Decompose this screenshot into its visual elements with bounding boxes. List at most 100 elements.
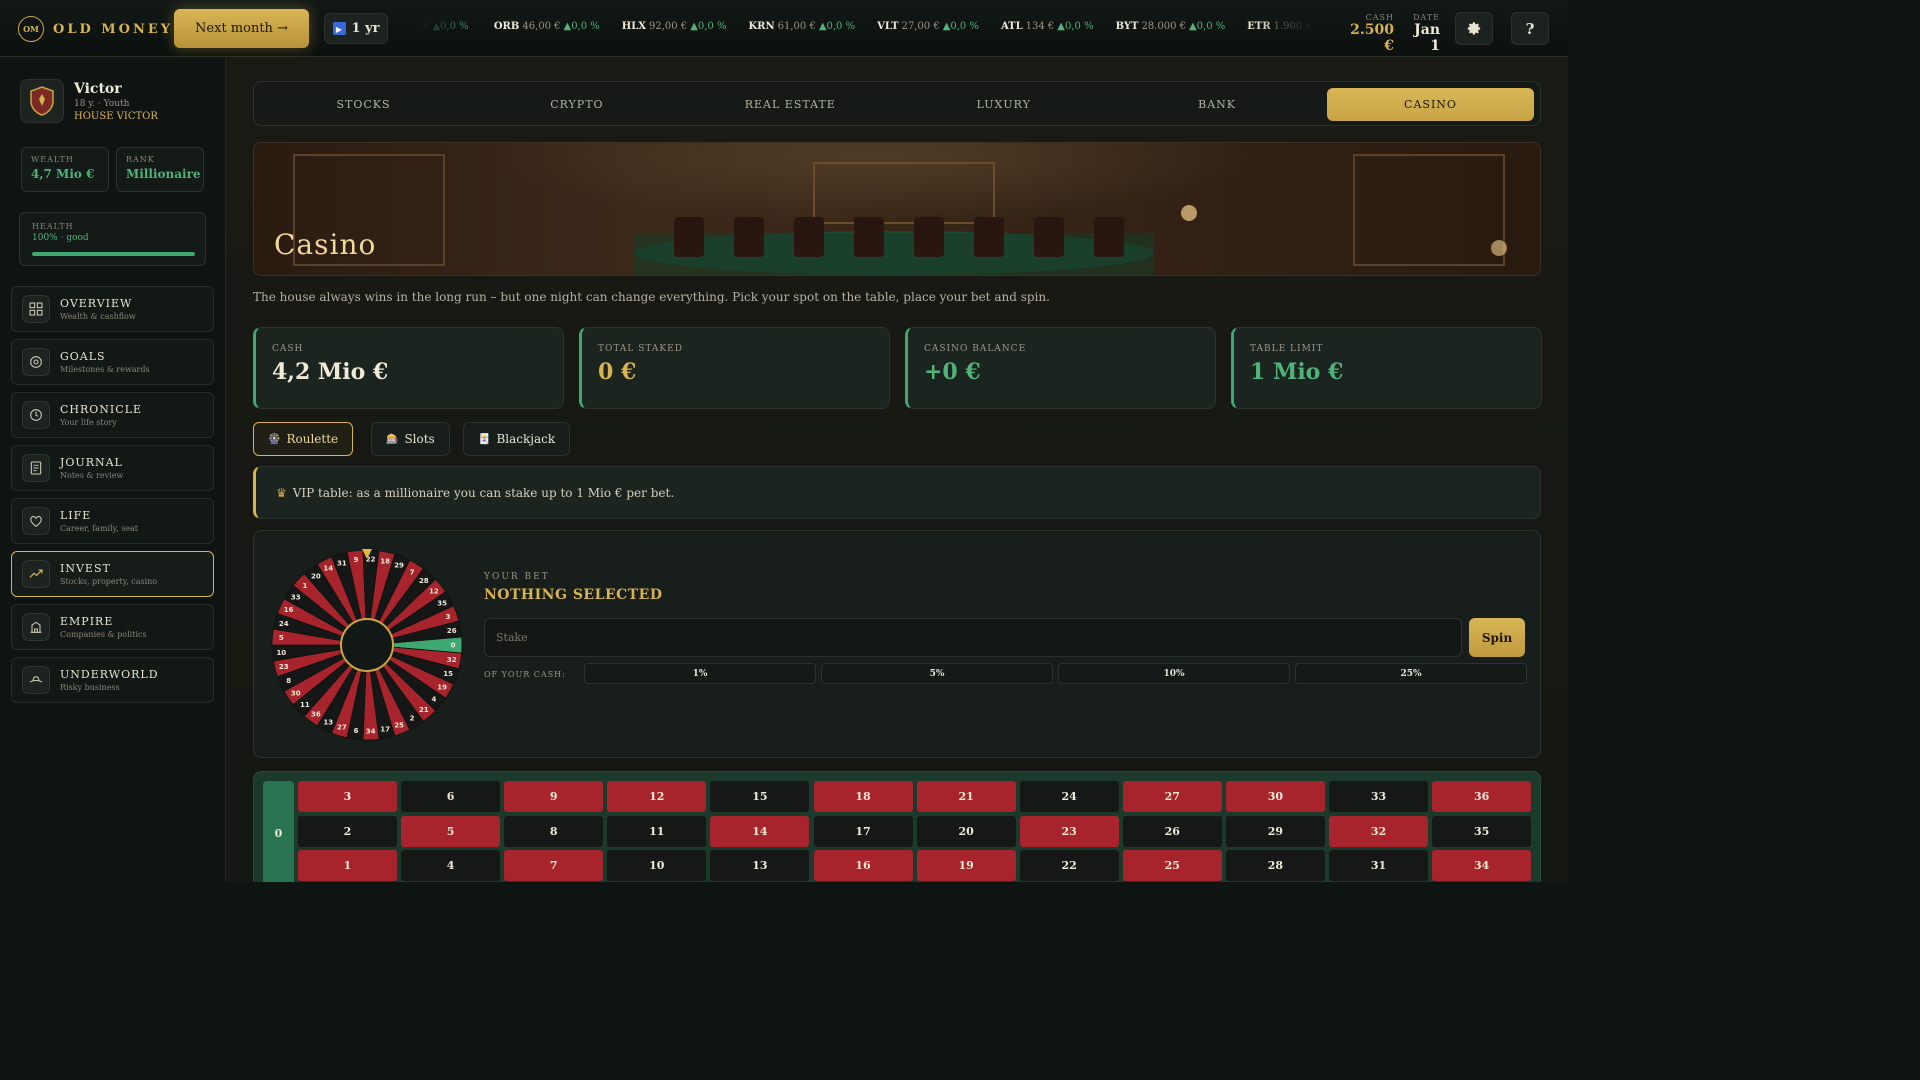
- settings-button[interactable]: [1455, 12, 1493, 45]
- table-cell-33[interactable]: 33: [1329, 781, 1428, 812]
- health-bar-fill: [32, 252, 195, 256]
- game-tab-slots[interactable]: 🎰 Slots: [371, 422, 450, 456]
- table-cell-2[interactable]: 2: [298, 815, 397, 847]
- wheel-number: 5: [279, 634, 284, 642]
- table-cell-36[interactable]: 36: [1432, 781, 1532, 812]
- sidebar-item-empire[interactable]: EMPIRE Companies & politics: [11, 604, 214, 650]
- bet-label: YOUR BET: [484, 572, 550, 582]
- table-cell-3[interactable]: 3: [298, 781, 397, 812]
- stock-ticker: € ▲0,0 % ORB 46,00 € ▲0,0 % HLX 92,00 € ▲0,0 %…: [420, 21, 1315, 37]
- game-tab-roulette[interactable]: 🎡 Roulette: [253, 422, 354, 456]
- table-cell-7[interactable]: 7: [504, 850, 604, 881]
- percent-button-1[interactable]: 1%: [584, 663, 816, 684]
- tab-bank[interactable]: BANK: [1114, 88, 1321, 121]
- game-tab-blackjack[interactable]: 🃏 Blackjack: [463, 422, 571, 456]
- ticker-symbol: ORB: [493, 21, 520, 32]
- table-cell-15[interactable]: 15: [710, 781, 810, 812]
- wheel-number: 12: [429, 587, 439, 595]
- wheel-number: 9: [354, 556, 359, 564]
- speed-button[interactable]: ▶ 1 yr: [324, 13, 388, 44]
- table-cell-5[interactable]: 5: [401, 815, 501, 847]
- ticker-price: 134 €: [1025, 21, 1055, 32]
- table-cell-12[interactable]: 12: [607, 781, 707, 812]
- logo-mark: OM: [18, 16, 44, 42]
- percent-button-5[interactable]: 5%: [821, 663, 1053, 684]
- ticker-price: 27,00 €: [901, 21, 940, 32]
- table-cell-1[interactable]: 1: [298, 850, 397, 881]
- table-cell-20[interactable]: 20: [916, 815, 1016, 847]
- table-cell-29[interactable]: 29: [1225, 815, 1325, 847]
- wheel-number: 2: [410, 715, 415, 723]
- table-cell-30[interactable]: 30: [1225, 781, 1325, 812]
- sidebar-item-title: JOURNAL: [60, 456, 123, 469]
- sidebar-item-journal[interactable]: JOURNAL Notes & review: [11, 445, 214, 491]
- tab-casino[interactable]: CASINO: [1327, 88, 1534, 121]
- spin-button[interactable]: Spin: [1469, 618, 1525, 657]
- sidebar-item-overview[interactable]: OVERVIEW Wealth & cashflow: [11, 286, 214, 332]
- table-cell-25[interactable]: 25: [1122, 850, 1222, 881]
- table-cell-9[interactable]: 9: [504, 781, 604, 812]
- health-label: HEALTH: [32, 222, 74, 231]
- tab-luxury[interactable]: LUXURY: [900, 88, 1107, 121]
- percent-button-25[interactable]: 25%: [1295, 663, 1527, 684]
- table-cell-13[interactable]: 13: [710, 850, 810, 881]
- table-cell-22[interactable]: 22: [1019, 850, 1119, 881]
- sidebar-item-goals[interactable]: GOALS Milestones & rewards: [11, 339, 214, 385]
- table-cell-4[interactable]: 4: [401, 850, 501, 881]
- table-cell-24[interactable]: 24: [1019, 781, 1119, 812]
- stake-input[interactable]: [484, 618, 1462, 657]
- table-cell-8[interactable]: 8: [504, 815, 604, 847]
- sidebar-item-text: JOURNAL Notes & review: [60, 456, 123, 480]
- ticker-price: 28.000 €: [1141, 21, 1186, 32]
- ticker-symbol: ETR: [1247, 21, 1271, 32]
- tab-crypto[interactable]: CRYPTO: [473, 88, 680, 121]
- roulette-wheel[interactable]: 0321519421225173462713361130823105241633…: [270, 548, 464, 742]
- sidebar-item-title: EMPIRE: [60, 615, 114, 628]
- table-cell-14[interactable]: 14: [710, 815, 810, 847]
- tab-real-estate[interactable]: REAL ESTATE: [687, 88, 894, 121]
- percent-button-10[interactable]: 10%: [1058, 663, 1290, 684]
- table-cell-21[interactable]: 21: [916, 781, 1016, 812]
- help-button[interactable]: ?: [1511, 12, 1549, 45]
- sidebar-item-subtitle: Milestones & rewards: [60, 365, 150, 374]
- sidebar-item-life[interactable]: LIFE Career, family, seat: [11, 498, 214, 544]
- building-icon: [22, 613, 50, 641]
- sidebar-item-invest[interactable]: INVEST Stocks, property, casino: [11, 551, 214, 597]
- wheel-number: 18: [380, 557, 390, 565]
- sidebar-item-text: INVEST Stocks, property, casino: [60, 562, 157, 586]
- table-cell-17[interactable]: 17: [813, 815, 913, 847]
- ticker-price: 1.900 €: [1273, 21, 1312, 32]
- trend-icon: [22, 560, 50, 588]
- table-cell-31[interactable]: 31: [1329, 850, 1428, 881]
- table-cell-10[interactable]: 10: [607, 850, 707, 881]
- ticker-price: 46,00 €: [522, 21, 561, 32]
- next-month-button[interactable]: Next month →: [174, 9, 309, 48]
- table-cell-19[interactable]: 19: [916, 850, 1016, 881]
- wheel-number: 13: [323, 718, 333, 726]
- tab-stocks[interactable]: STOCKS: [260, 88, 467, 121]
- table-cell-18[interactable]: 18: [813, 781, 913, 812]
- table-cell-26[interactable]: 26: [1122, 815, 1222, 847]
- table-cell-34[interactable]: 34: [1432, 850, 1532, 881]
- vip-notice: ♛ VIP table: as a millionaire you can st…: [253, 466, 1541, 519]
- table-cell-23[interactable]: 23: [1019, 815, 1119, 847]
- table-cell-16[interactable]: 16: [813, 850, 913, 881]
- sidebar-item-chronicle[interactable]: CHRONICLE Your life story: [11, 392, 214, 438]
- ticker-change: ▲0,0 %: [690, 21, 727, 32]
- table-cell-35[interactable]: 35: [1432, 815, 1532, 847]
- crest-icon: [20, 79, 64, 123]
- ticker-item: BYT 28.000 € ▲0,0 %: [1116, 21, 1226, 32]
- table-cell-11[interactable]: 11: [607, 815, 707, 847]
- table-cell-6[interactable]: 6: [401, 781, 501, 812]
- table-cell-27[interactable]: 27: [1122, 781, 1222, 812]
- table-cell-28[interactable]: 28: [1225, 850, 1325, 881]
- sidebar-item-text: CHRONICLE Your life story: [60, 403, 142, 427]
- sidebar-item-title: UNDERWORLD: [60, 668, 159, 681]
- ticker-symbol: HLX: [621, 21, 647, 32]
- wheel-number: 6: [354, 727, 359, 735]
- table-cell-32[interactable]: 32: [1329, 815, 1428, 847]
- kpi-value: 0 €: [598, 359, 637, 385]
- sidebar-item-underworld[interactable]: UNDERWORLD Risky business: [11, 657, 214, 703]
- table-cell-0[interactable]: 0: [263, 781, 294, 882]
- sidebar-item-title: OVERVIEW: [60, 297, 133, 310]
